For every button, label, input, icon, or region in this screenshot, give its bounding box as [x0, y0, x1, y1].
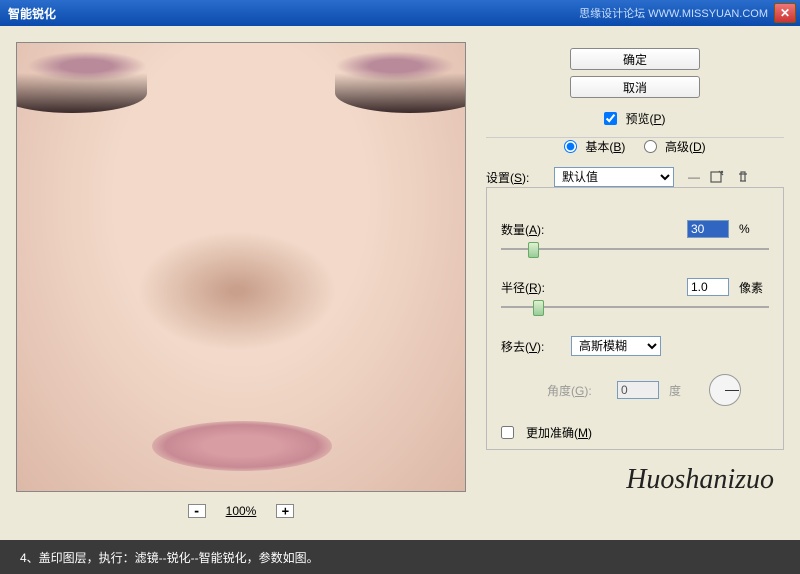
signature: Huoshanizuo: [486, 464, 784, 496]
footer-text: 4、盖印图层，执行：滤镜--锐化--智能锐化，参数如图。: [20, 549, 319, 566]
accurate-row: 更加准确(M): [501, 424, 769, 441]
angle-unit: 度: [669, 382, 699, 399]
signature-text: Huoshanizuo: [626, 464, 774, 495]
mode-row: 基本(B) 高级(D): [486, 138, 784, 155]
ok-button[interactable]: 确定: [570, 48, 700, 70]
zoom-value: 100%: [226, 504, 257, 518]
remove-label: 移去(V):: [501, 338, 561, 355]
preview-image[interactable]: [16, 42, 466, 492]
settings-row: 设置(S): 默认值 —: [486, 167, 784, 187]
slider-track: [501, 248, 769, 250]
delete-preset-icon[interactable]: [734, 168, 752, 186]
dialog-title: 智能锐化: [4, 5, 579, 22]
preview-label: 预览(P): [625, 110, 665, 127]
zoom-out-button[interactable]: -: [188, 504, 206, 518]
radius-unit: 像素: [739, 279, 769, 296]
amount-input[interactable]: [687, 220, 729, 238]
radius-row: 半径(R): 像素: [501, 278, 769, 296]
save-preset-icon[interactable]: [708, 168, 726, 186]
watermark-text: 思缘设计论坛 WWW.MISSYUAN.COM: [579, 5, 768, 21]
angle-row: 角度(G): 度: [501, 374, 769, 406]
amount-unit: %: [739, 222, 769, 236]
remove-row: 移去(V): 高斯模糊: [501, 336, 769, 356]
preview-decor: [335, 73, 466, 113]
angle-label: 角度(G):: [547, 382, 607, 399]
close-icon: ✕: [780, 6, 790, 20]
zoom-bar: - 100% +: [16, 504, 466, 518]
basic-label: 基本(B): [585, 138, 625, 155]
slider-thumb[interactable]: [533, 300, 544, 316]
plus-icon: +: [282, 504, 289, 518]
amount-slider[interactable]: [501, 240, 769, 260]
footer-caption: 4、盖印图层，执行：滤镜--锐化--智能锐化，参数如图。: [0, 540, 800, 574]
angle-dial[interactable]: [709, 374, 741, 406]
params-fieldset: 数量(A): % 半径(R): 像素 移去(V): 高斯模糊: [486, 187, 784, 450]
radius-label: 半径(R):: [501, 279, 561, 296]
preview-decor: [16, 73, 147, 113]
preview-column: - 100% +: [16, 42, 466, 524]
advanced-label: 高级(D): [665, 138, 706, 155]
settings-dash: —: [688, 170, 700, 184]
preview-toggle-row: 预览(P): [486, 110, 784, 127]
basic-radio[interactable]: [564, 140, 577, 153]
preview-checkbox[interactable]: [604, 112, 617, 125]
accurate-label: 更加准确(M): [526, 424, 592, 441]
cancel-button[interactable]: 取消: [570, 76, 700, 98]
preview-decor: [152, 421, 332, 471]
accurate-checkbox[interactable]: [501, 426, 514, 439]
advanced-radio[interactable]: [644, 140, 657, 153]
amount-label: 数量(A):: [501, 221, 561, 238]
amount-row: 数量(A): %: [501, 220, 769, 238]
radius-slider[interactable]: [501, 298, 769, 318]
close-button[interactable]: ✕: [774, 3, 796, 23]
angle-input: [617, 381, 659, 399]
dialog-content: - 100% + 确定 取消 预览(P) 基本(B) 高级(D) 设置(S): …: [0, 26, 800, 540]
title-bar: 智能锐化 思缘设计论坛 WWW.MISSYUAN.COM ✕: [0, 0, 800, 26]
preview-decor: [137, 231, 337, 351]
settings-select[interactable]: 默认值: [554, 167, 674, 187]
slider-thumb[interactable]: [528, 242, 539, 258]
controls-column: 确定 取消 预览(P) 基本(B) 高级(D) 设置(S): 默认值 —: [486, 42, 784, 524]
radius-input[interactable]: [687, 278, 729, 296]
minus-icon: -: [193, 504, 200, 518]
action-buttons: 确定 取消: [486, 48, 784, 98]
zoom-in-button[interactable]: +: [276, 504, 294, 518]
remove-select[interactable]: 高斯模糊: [571, 336, 661, 356]
settings-label: 设置(S):: [486, 169, 546, 186]
